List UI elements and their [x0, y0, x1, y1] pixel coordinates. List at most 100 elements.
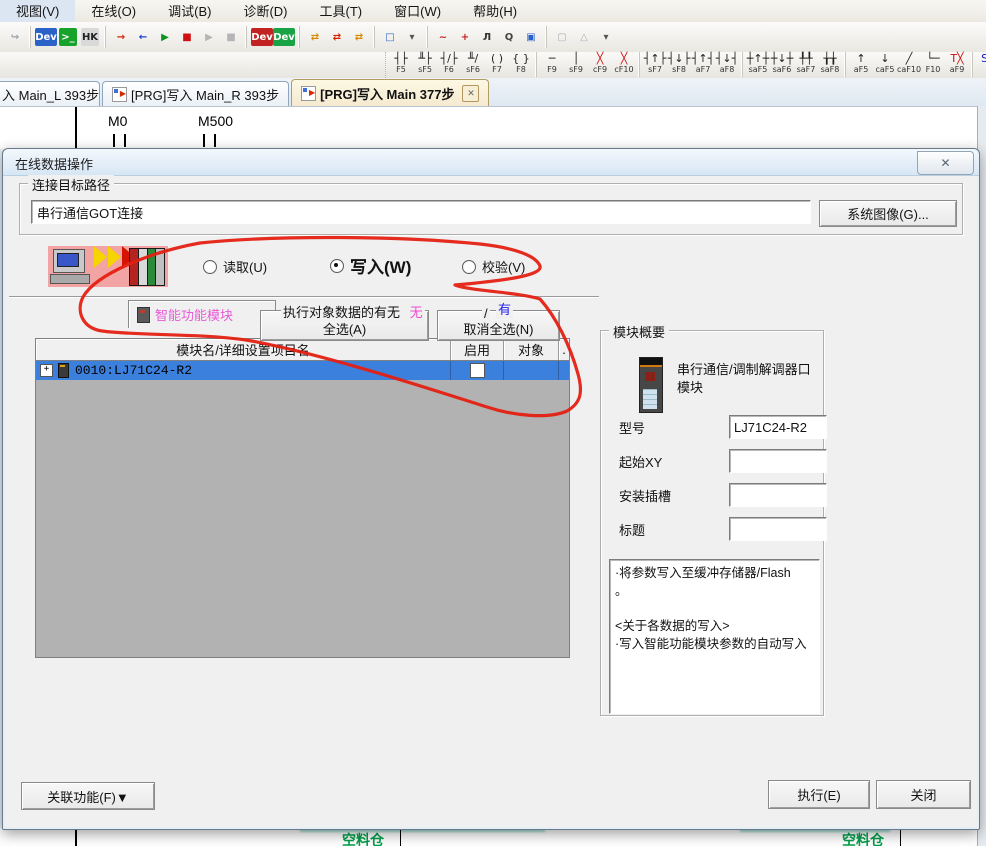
read-radio[interactable]: 读取(U) [203, 257, 267, 276]
ladder-tool-button[interactable]: ┤↓├sF8 [667, 53, 691, 77]
monitor-start-icon[interactable]: ▶ [154, 26, 176, 48]
module-summary-label: 模块概要 [609, 322, 669, 341]
ladder-tool-button[interactable]: ┼↑┼saF5 [746, 53, 770, 77]
monitor-stop-icon[interactable]: ■ [176, 26, 198, 48]
ladder-tool-button[interactable]: ┤/├F6 [437, 53, 461, 77]
contact-symbol [203, 134, 205, 147]
find-device-icon[interactable]: Dev [35, 26, 57, 48]
ladder-tool-button[interactable]: ( )F7 [485, 53, 509, 77]
verify-with-plc-icon[interactable]: ⇄ [304, 26, 326, 48]
tab-main-active[interactable]: [PRG]写入 Main 377步 ✕ [291, 79, 489, 106]
toolbar-group: ⇄⇄⇄ [299, 26, 374, 48]
field-label: 安装插槽 [619, 486, 729, 505]
field-value[interactable] [729, 483, 827, 507]
toolbar-overflow-icon[interactable]: ▾ [401, 26, 423, 48]
ladder-tool-button[interactable]: ╀╀saF7 [794, 53, 818, 77]
connection-path-field[interactable]: 串行通信GOT连接 [31, 200, 811, 224]
execute-button[interactable]: 执行(E) [768, 780, 870, 809]
summary-field-row: 型号 LJ71C24-R2 [619, 415, 817, 439]
menu-item[interactable]: 诊断(D) [227, 0, 303, 23]
radio-selected-icon [330, 259, 344, 273]
ladder-tool-button[interactable]: ┤↓┤aF8 [715, 53, 739, 77]
menu-item[interactable]: 窗口(W) [378, 0, 457, 23]
close-icon[interactable]: ✕ [917, 151, 974, 175]
close-button[interactable]: 关闭 [876, 780, 971, 809]
write-info-box[interactable]: ·将参数写入至缓冲存储器/Flash。<关于各数据的写入>·写入智能功能模块参数… [609, 559, 820, 714]
column-header-more[interactable]: . [559, 339, 569, 360]
column-header-target[interactable]: 对象 [504, 339, 559, 360]
ladder-tool-button[interactable]: ┼↓┼saF6 [770, 53, 794, 77]
pulse-monitor-icon[interactable]: Л [476, 26, 498, 48]
find-contact-icon[interactable]: HK [79, 26, 101, 48]
write-radio[interactable]: 写入(W) [330, 253, 411, 278]
device-batch-monitor-icon[interactable]: Dev [251, 26, 273, 48]
menu-item[interactable]: 在线(O) [75, 0, 152, 23]
ladder-toolbar-group: ST [972, 52, 986, 77]
menu-item[interactable]: 视图(V) [0, 0, 75, 23]
field-value[interactable] [729, 517, 827, 541]
monitor-pause-icon[interactable]: ▶ [198, 26, 220, 48]
ladder-tool-button[interactable]: T╳aF9 [945, 53, 969, 77]
column-header-enable[interactable]: 启用 [451, 339, 504, 360]
field-value[interactable]: LJ71C24-R2 [729, 415, 827, 439]
ladder-tool-button[interactable]: ─F9 [540, 53, 564, 77]
ladder-toolbar: ┤├F5╨├sF5┤/├F6╨/sF6( )F7{ }F8─F9│sF9╳cF9… [0, 52, 986, 79]
dialog-titlebar[interactable]: 在线数据操作 ✕ [3, 149, 979, 176]
read-from-plc-icon[interactable]: ← [132, 26, 154, 48]
ladder-toolbar-group: ─F9│sF9╳cF9╳cF10 [536, 52, 639, 77]
field-value[interactable] [729, 449, 827, 473]
expand-icon[interactable]: + [40, 364, 53, 377]
screen-monitor-icon[interactable]: ▣ [520, 26, 542, 48]
toolbar-overflow2-icon[interactable]: ▾ [595, 26, 617, 48]
write-verify-icon[interactable]: ⇄ [326, 26, 348, 48]
write-to-plc-icon[interactable]: → [110, 26, 132, 48]
monitor-write-icon[interactable]: ■ [220, 26, 242, 48]
document-tab-bar: 入 Main_L 393步 [PRG]写入 Main_R 393步 [PRG]写… [0, 78, 986, 106]
module-zoom-icon[interactable]: Q [498, 26, 520, 48]
trend-graph-icon[interactable]: ~ [432, 26, 454, 48]
verify-radio[interactable]: 校验(V) [462, 257, 525, 276]
field-label: 标题 [619, 520, 729, 539]
remote-operation-icon[interactable]: □ [379, 26, 401, 48]
ladder-tool-button[interactable]: ┤↑├sF7 [643, 53, 667, 77]
ladder-comment: 空料仓 [342, 830, 384, 846]
system-image-button[interactable]: 系统图像(G)... [819, 200, 957, 227]
column-header-name[interactable]: 模块名/详细设置项目名 [36, 339, 451, 360]
menu-bar: 视图(V)在线(O)调试(B)诊断(D)工具(T)窗口(W)帮助(H) [0, 0, 986, 23]
tab-label: [PRG]写入 Main_R 393步 [131, 85, 279, 104]
tab-close-icon[interactable]: ✕ [462, 85, 479, 102]
toolbar-group: □▾ [374, 26, 427, 48]
ladder-tool-button[interactable]: ↑aF5 [849, 53, 873, 77]
tab-main-l[interactable]: 入 Main_L 393步 [0, 81, 100, 106]
menu-item[interactable]: 帮助(H) [457, 0, 533, 23]
entry-data-monitor-icon[interactable]: + [454, 26, 476, 48]
ladder-tool-button[interactable]: └─F10 [921, 53, 945, 77]
menu-item[interactable]: 工具(T) [304, 0, 379, 23]
ladder-tool-button[interactable]: ╨/sF6 [461, 53, 485, 77]
table-row[interactable]: + 0010:LJ71C24-R2 [36, 361, 569, 380]
related-functions-button[interactable]: 关联功能(F)▼ [21, 782, 155, 810]
ladder-tool-button[interactable]: { }F8 [509, 53, 533, 77]
redo-icon[interactable]: ↪ [4, 26, 26, 48]
disabled-tool2-icon[interactable]: △ [573, 26, 595, 48]
tab-intelligent-function-module[interactable]: 智能功能模块 [128, 300, 276, 328]
menu-item[interactable]: 调试(B) [152, 0, 227, 23]
tab-main-r[interactable]: [PRG]写入 Main_R 393步 [102, 81, 289, 106]
find-screen-icon[interactable]: >_ [57, 26, 79, 48]
module-description: 串行通信/调制解调器口模块 [677, 361, 819, 397]
ladder-tool-button[interactable]: ╳cF10 [612, 53, 636, 77]
transfer-setup-icon[interactable]: ⇄ [348, 26, 370, 48]
ladder-tool-button[interactable]: ╁╁saF8 [818, 53, 842, 77]
device-register-monitor-icon[interactable]: Dev [273, 26, 295, 48]
ladder-tool-button[interactable]: │sF9 [564, 53, 588, 77]
ladder-tool-button[interactable]: ╨├sF5 [413, 53, 437, 77]
ladder-tool-button[interactable]: ╱caF10 [897, 53, 921, 77]
ladder-tool-button[interactable]: ┤├F5 [389, 53, 413, 77]
ladder-tool-button[interactable]: ↓caF5 [873, 53, 897, 77]
ladder-tool-button[interactable]: ┤↑┤aF7 [691, 53, 715, 77]
ladder-tool-button[interactable]: ╳cF9 [588, 53, 612, 77]
ladder-tool-button[interactable]: ST [976, 53, 986, 77]
disabled-tool-icon[interactable]: ▢ [551, 26, 573, 48]
info-line: <关于各数据的写入> [615, 617, 817, 635]
enable-checkbox[interactable] [470, 363, 485, 378]
